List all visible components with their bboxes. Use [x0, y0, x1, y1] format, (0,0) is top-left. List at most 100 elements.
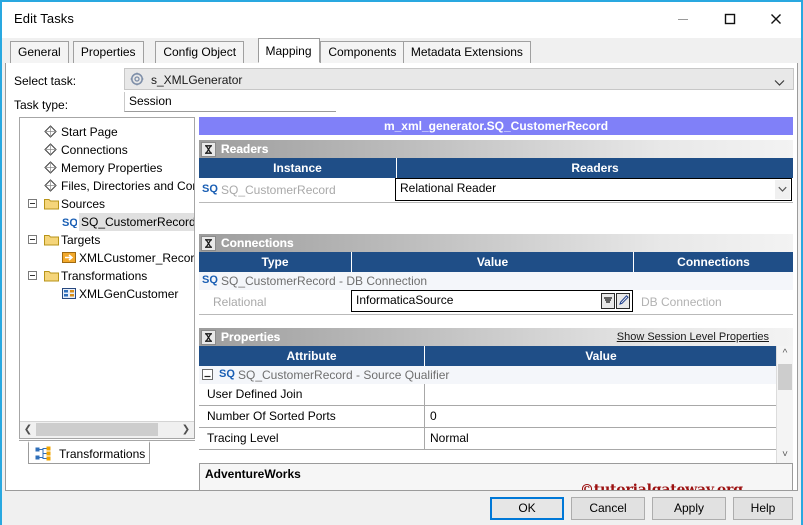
- scroll-up-arrow[interactable]: ^: [777, 346, 793, 362]
- properties-col-attribute[interactable]: Attribute: [199, 346, 424, 366]
- adventureworks-label: AdventureWorks: [205, 467, 301, 481]
- mapping-title-bar: m_xml_generator.SQ_CustomerRecord: [199, 117, 793, 135]
- tree-item-files-directories-and-com[interactable]: Files, Directories and Com: [20, 177, 194, 195]
- connections-collapse-button[interactable]: [201, 236, 216, 251]
- watermark: ©tutorialgateway.org: [580, 482, 743, 491]
- show-session-level-properties-link[interactable]: Show Session Level Properties: [617, 331, 769, 343]
- tab-transformations[interactable]: Transformations: [28, 441, 150, 464]
- connections-connections-value: DB Connection: [641, 295, 722, 309]
- close-button[interactable]: [753, 2, 799, 36]
- column-divider: [424, 406, 425, 427]
- tab-mapping[interactable]: Mapping: [257, 38, 320, 63]
- transform-icon: [62, 287, 77, 305]
- tree-item-xmlcustomer-record[interactable]: XMLCustomer_Record: [20, 249, 194, 267]
- tab-strip: General Properties Config Object Mapping Com…: [2, 38, 801, 63]
- properties-collapse-button[interactable]: [201, 330, 216, 345]
- scroll-left-arrow[interactable]: ❮: [20, 422, 36, 437]
- tab-components[interactable]: Components: [320, 41, 405, 63]
- sq-icon: SQ: [219, 368, 235, 380]
- properties-scroll-thumb[interactable]: [778, 364, 792, 390]
- readers-collapse-button[interactable]: [201, 142, 216, 157]
- tree-item-label: XMLCustomer_Record: [79, 251, 195, 265]
- collapse-icon: [205, 145, 212, 154]
- readers-reader-combo[interactable]: Relational Reader: [395, 178, 792, 201]
- readers-col-readers[interactable]: Readers: [396, 158, 793, 178]
- connections-dropdown-button[interactable]: [601, 293, 615, 309]
- scroll-down-arrow[interactable]: ˅: [777, 447, 793, 463]
- property-row[interactable]: Number Of Sorted Ports 0: [199, 406, 777, 428]
- ok-button[interactable]: OK: [490, 497, 564, 520]
- connections-col-value[interactable]: Value: [351, 252, 633, 272]
- tree-horizontal-scrollbar[interactable]: ❮ ❯: [20, 421, 194, 438]
- tree-item-label: Sources: [61, 197, 106, 211]
- tree-item-sq-customerrecord[interactable]: SQ SQ_CustomerRecord: [20, 213, 194, 231]
- tree-expander[interactable]: [28, 271, 37, 280]
- scroll-right-arrow[interactable]: ❯: [178, 422, 194, 437]
- edit-tasks-window: Edit Tasks General Properties Config Objec…: [0, 0, 803, 525]
- sq-icon: SQ: [202, 183, 218, 195]
- apply-button[interactable]: Apply: [652, 497, 726, 520]
- readers-reader-value: Relational Reader: [400, 181, 497, 195]
- mapping-content: m_xml_generator.SQ_CustomerRecord Reader…: [199, 117, 793, 490]
- properties-section-header: Properties Show Session Level Properties: [199, 327, 793, 347]
- connections-value-combo[interactable]: InformaticaSource: [351, 290, 633, 312]
- tree-item-targets[interactable]: Targets: [20, 231, 194, 249]
- minimize-button[interactable]: [660, 2, 706, 36]
- connections-col-connections[interactable]: Connections: [633, 252, 793, 272]
- task-type-field: Session: [124, 92, 336, 112]
- property-row[interactable]: Tracing Level Normal: [199, 428, 777, 450]
- tree-item-start-page[interactable]: Start Page: [20, 123, 194, 141]
- tree-scroll-thumb[interactable]: [36, 423, 158, 436]
- readers-section-title: Readers: [221, 142, 269, 156]
- session-gear-icon: [130, 72, 144, 89]
- mapping-panel: Select task: s_XMLGenerator Task type: S…: [5, 63, 798, 491]
- readers-reader-dropdown-button[interactable]: [775, 180, 790, 199]
- tree-item-label: SQ_CustomerRecord: [79, 213, 194, 231]
- task-type-value: Session: [129, 94, 172, 108]
- properties-group-label: SQ_CustomerRecord - Source Qualifier: [238, 368, 450, 382]
- tree-item-memory-properties[interactable]: Memory Properties: [20, 159, 194, 177]
- property-row[interactable]: User Defined Join: [199, 384, 777, 406]
- connections-value: InformaticaSource: [356, 293, 454, 307]
- help-button[interactable]: Help: [733, 497, 793, 520]
- transformations-icon: [35, 446, 52, 465]
- property-value: Normal: [430, 431, 469, 445]
- tree-item-label: Start Page: [61, 125, 118, 139]
- tree-item-label: XMLGenCustomer: [79, 287, 179, 301]
- connections-col-type[interactable]: Type: [199, 252, 351, 272]
- maximize-button[interactable]: [707, 2, 753, 36]
- tree-item-sources[interactable]: Sources: [20, 195, 194, 213]
- properties-group-row[interactable]: SQ SQ_CustomerRecord - Source Qualifier: [199, 366, 777, 384]
- svg-text:SQ: SQ: [62, 217, 77, 228]
- tab-transformations-label: Transformations: [59, 447, 146, 461]
- chevron-down-icon: [774, 76, 785, 90]
- tree-item-label: Connections: [61, 143, 128, 157]
- cancel-button[interactable]: Cancel: [571, 497, 645, 520]
- dialog-footer: OK Cancel Apply Help: [2, 491, 801, 525]
- connections-edit-button[interactable]: [616, 293, 630, 309]
- tree-item-transformations[interactable]: Transformations: [20, 267, 194, 285]
- tab-config-object[interactable]: Config Object: [155, 41, 245, 63]
- tab-properties[interactable]: Properties: [72, 41, 144, 63]
- connections-group-row[interactable]: SQ SQ_CustomerRecord - DB Connection: [199, 272, 793, 290]
- tab-metadata-extensions[interactable]: Metadata Extensions: [402, 41, 531, 63]
- tree-item-label: Files, Directories and Com: [61, 179, 195, 193]
- properties-vertical-scrollbar[interactable]: ^ ˅: [776, 346, 793, 463]
- tree-item-xmlgencustomer[interactable]: XMLGenCustomer: [20, 285, 194, 303]
- connections-section-header: Connections: [199, 233, 793, 253]
- connections-section-title: Connections: [221, 236, 294, 250]
- tree-expander[interactable]: [28, 235, 37, 244]
- property-attribute: Number Of Sorted Ports: [207, 409, 336, 423]
- properties-group-expander[interactable]: [202, 369, 213, 380]
- connections-row[interactable]: Relational InformaticaSource DB Connecti…: [199, 290, 793, 315]
- mapping-tree[interactable]: Start Page Connections Memory Properties Fi…: [19, 117, 195, 439]
- property-attribute: Tracing Level: [207, 431, 279, 445]
- tree-expander[interactable]: [28, 199, 37, 208]
- select-task-combo[interactable]: s_XMLGenerator: [124, 68, 794, 90]
- tab-general[interactable]: General: [10, 41, 69, 63]
- readers-row[interactable]: SQ SQ_CustomerRecord Relational Reader: [199, 178, 793, 203]
- properties-col-value[interactable]: Value: [424, 346, 777, 366]
- readers-col-instance[interactable]: Instance: [199, 158, 396, 178]
- tree-item-connections[interactable]: Connections: [20, 141, 194, 159]
- tree-item-label: Targets: [61, 233, 101, 247]
